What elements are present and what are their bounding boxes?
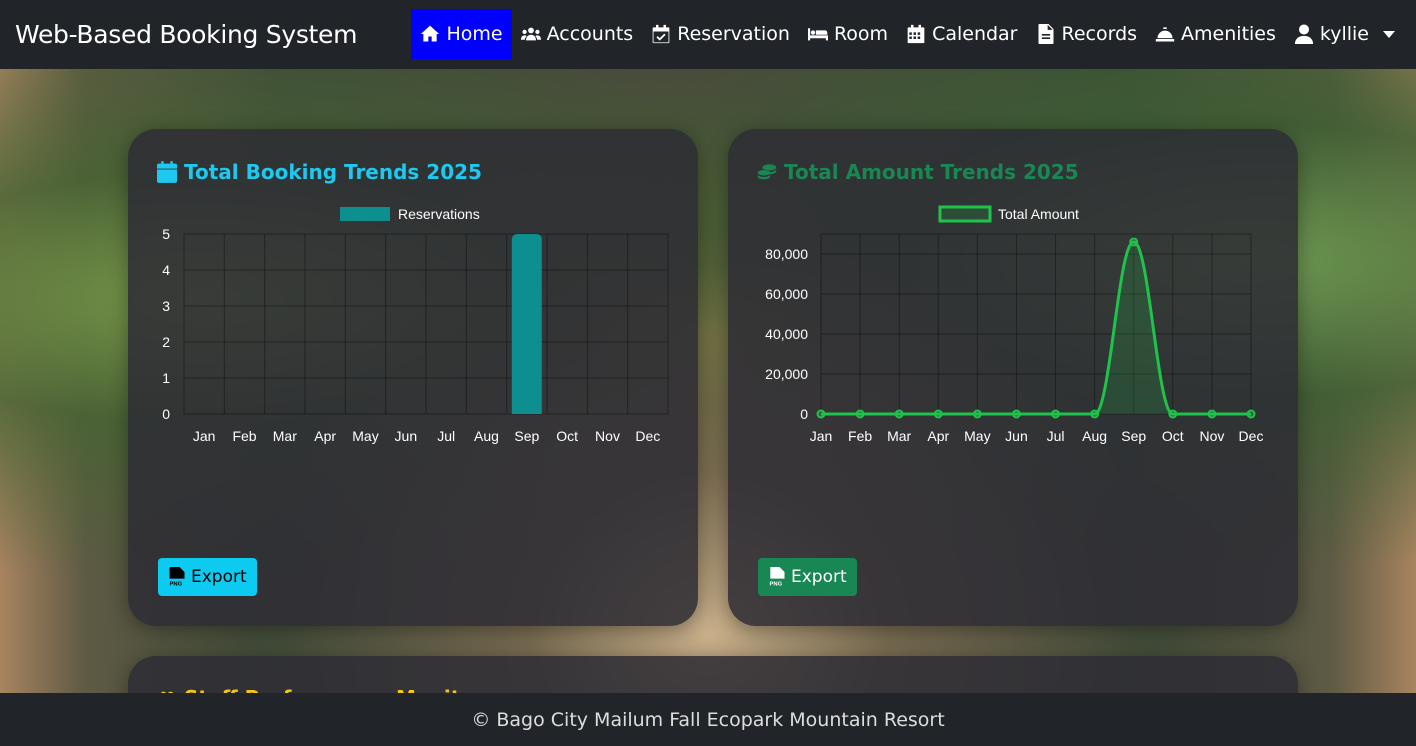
nav-item-records[interactable]: Records [1027,9,1147,59]
x-tick-label: Jul [437,428,455,444]
data-point [1168,409,1178,419]
booking-export-button[interactable]: PNG Export [158,558,257,596]
data-point [894,409,904,419]
calendar-icon [907,24,925,44]
x-tick-label: Jan [193,428,216,444]
data-point [972,409,982,419]
data-point [1011,409,1021,419]
svg-text:PNG: PNG [170,581,183,587]
amount-trends-card: Total Amount Trends 2025 0 20,000 40,000 60… [728,129,1298,626]
y-tick-label: 0 [162,406,170,422]
file-png-icon: PNG [169,567,185,587]
data-point [1051,409,1061,419]
x-tick-label: Feb [232,428,256,444]
svg-text:PNG: PNG [770,581,783,587]
data-point [1207,409,1217,419]
amount-export-button[interactable]: PNG Export [758,558,857,596]
data-point [1090,409,1100,419]
y-tick-label: 1 [162,370,170,386]
x-tick-label: Aug [1082,428,1107,444]
data-point [1129,237,1139,247]
nav-item-calendar[interactable]: Calendar [897,9,1026,59]
amount-export-label: Export [791,567,847,587]
file-png-icon: PNG [770,567,785,587]
legend-label: Total Amount [998,206,1079,222]
amount-line-chart: 0 20,000 40,000 60,000 80,000 Jan Feb Mar Apr May… [765,205,1264,444]
chevron-down-icon [1383,30,1395,38]
navbar: Web-Based Booking System Home Accounts R… [0,0,1416,69]
x-tick-label: Aug [474,428,499,444]
data-point [1246,409,1256,419]
legend-swatch [340,207,390,221]
x-tick-label: Mar [887,428,911,444]
y-tick-label: 80,000 [765,246,808,262]
bar [511,234,542,414]
data-point [816,409,826,419]
x-tick-label: Apr [314,428,336,444]
x-tick-label: Jan [810,428,833,444]
nav-label-records: Records [1061,23,1138,45]
x-tick-label: Jul [1047,428,1065,444]
x-tick-label: May [352,428,378,444]
nav-item-room[interactable]: Room [799,9,897,59]
x-tick-label: Nov [595,428,620,444]
x-tick-label: Nov [1199,428,1224,444]
nav-item-home[interactable]: Home [411,9,512,59]
x-tick-label: Sep [1121,428,1146,444]
x-tick-label: Feb [848,428,872,444]
nav-item-accounts[interactable]: Accounts [512,9,643,59]
x-tick-label: Apr [927,428,949,444]
calendar-check-icon [652,24,670,44]
legend-swatch [938,205,992,223]
y-tick-label: 40,000 [765,326,808,342]
app-title[interactable]: Web-Based Booking System [15,20,357,49]
legend-label: Reservations [398,206,480,222]
nav-item-reservation[interactable]: Reservation [642,9,799,59]
nav-menu: Home Accounts Reservation Room Calendar … [411,9,1404,59]
y-tick-label: 60,000 [765,286,808,302]
nav-item-user[interactable]: kyllie [1285,9,1404,59]
x-tick-label: Dec [1239,428,1264,444]
booking-export-label: Export [191,567,247,587]
bell-concierge-icon [1155,27,1175,42]
nav-label-room: Room [833,23,889,45]
file-icon [1038,24,1053,44]
user-icon [1294,24,1313,44]
data-point [933,409,943,419]
booking-bar-chart: 0 1 2 3 4 5 Jan Feb Mar Apr May Jun Jul Aug Sep Oct Nov D… [162,206,669,444]
users-icon [520,27,541,41]
nav-label-reservation: Reservation [677,23,790,45]
y-tick-label: 4 [162,262,170,278]
nav-label-accounts: Accounts [546,23,634,45]
nav-item-amenities[interactable]: Amenities [1146,9,1285,59]
x-tick-label: Oct [556,428,578,444]
y-tick-label: 3 [162,298,170,314]
y-tick-label: 5 [162,226,170,242]
nav-label-calendar: Calendar [932,23,1018,45]
nav-label-home: Home [446,23,503,45]
footer-text: © Bago City Mailum Fall Ecopark Mountain… [471,708,945,731]
y-tick-label: 0 [800,406,808,422]
x-tick-label: May [964,428,990,444]
x-tick-label: Jun [1005,428,1028,444]
home-icon [421,25,440,42]
nav-label-amenities: Amenities [1181,23,1276,45]
user-name: kyllie [1319,23,1369,45]
x-tick-label: Dec [635,428,660,444]
data-point [855,409,865,419]
x-tick-label: Mar [273,428,297,444]
y-tick-label: 20,000 [765,366,808,382]
x-tick-label: Sep [514,428,539,444]
x-tick-label: Jun [395,428,418,444]
booking-trends-card: Total Booking Trends 2025 0 1 2 3 4 5 Jan Feb Ma… [128,129,698,626]
y-tick-label: 2 [162,334,170,350]
series-area [821,242,1251,414]
series-line [821,240,1251,416]
x-tick-label: Oct [1162,428,1184,444]
footer: © Bago City Mailum Fall Ecopark Mountain… [0,693,1416,746]
bed-icon [807,28,828,41]
